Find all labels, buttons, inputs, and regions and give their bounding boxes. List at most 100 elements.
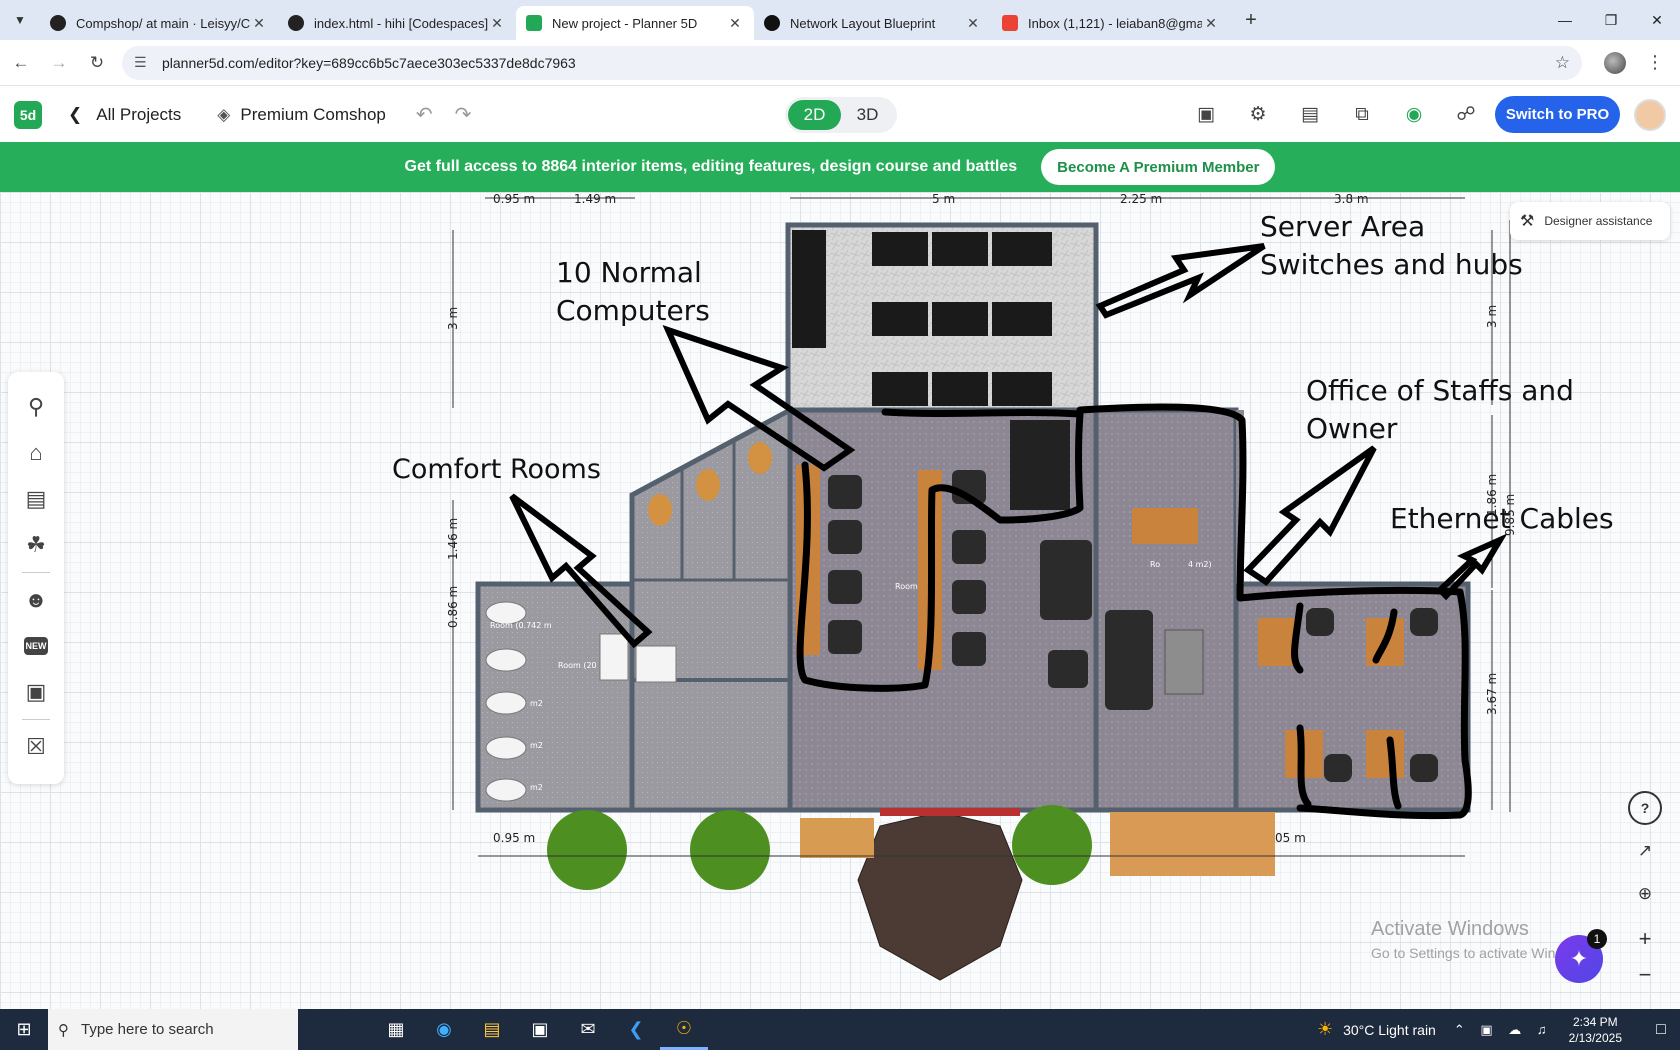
system-tray: ☀ 30°C Light rain ⌃ ▣ ☁ ♫ 2:34 PM 2/13/2… bbox=[1317, 1009, 1680, 1050]
ruler-icon[interactable]: ▤ bbox=[1284, 103, 1336, 126]
close-icon[interactable]: ✕ bbox=[250, 15, 268, 32]
vscode-icon[interactable]: ❮ bbox=[612, 1009, 660, 1050]
url-input[interactable]: ☰ planner5d.com/editor?key=689cc6b5c7aec… bbox=[122, 45, 1582, 80]
dimension-label: 5 m bbox=[932, 192, 955, 206]
browser-tab-0[interactable]: Compshop/ at main · Leisyy/Co ✕ bbox=[40, 6, 278, 40]
store-icon[interactable]: ▣ bbox=[516, 1009, 564, 1050]
designer-assistance-button[interactable]: ⚒ Designer assistance bbox=[1510, 202, 1670, 240]
app-toolbar: 5d ❮ All Projects ◈ Premium Comshop ↶ ↷ … bbox=[0, 87, 1680, 142]
forward-button[interactable]: → bbox=[42, 46, 76, 80]
file-explorer-icon[interactable]: ▤ bbox=[468, 1009, 516, 1050]
taskbar-search[interactable]: ⚲ Type here to search bbox=[48, 1009, 298, 1050]
clock[interactable]: 2:34 PM 2/13/2025 bbox=[1569, 1014, 1622, 1046]
share-icon[interactable]: ☍ bbox=[1440, 103, 1492, 126]
close-icon[interactable]: ✕ bbox=[488, 15, 506, 32]
zoom-out-button[interactable]: − bbox=[1628, 958, 1662, 992]
close-icon[interactable]: ✕ bbox=[964, 15, 982, 32]
tray-icons[interactable]: ⌃ ▣ ☁ ♫ bbox=[1454, 1022, 1553, 1038]
view-3d-button[interactable]: 3D bbox=[841, 100, 894, 130]
chrome-icon[interactable]: ☉ bbox=[660, 1009, 708, 1050]
url-text: planner5d.com/editor?key=689cc6b5c7aece3… bbox=[162, 54, 576, 71]
premium-member-button[interactable]: Become A Premium Member bbox=[1041, 149, 1276, 185]
profile-icon[interactable] bbox=[1604, 51, 1626, 74]
avatar[interactable] bbox=[1634, 99, 1666, 131]
box-icon[interactable]: ▣ bbox=[8, 669, 64, 715]
locate-icon[interactable]: ⊕ bbox=[1628, 877, 1662, 911]
weather-widget[interactable]: ☀ 30°C Light rain bbox=[1317, 1019, 1436, 1040]
bookmark-star-icon[interactable]: ☆ bbox=[1555, 53, 1570, 73]
camera-icon[interactable]: ▣ bbox=[1180, 103, 1232, 126]
room-label: m2 bbox=[530, 783, 543, 792]
promo-banner: Get full access to 8864 interior items, … bbox=[0, 142, 1680, 192]
gear-icon[interactable]: ⚙ bbox=[1232, 103, 1284, 126]
separator bbox=[22, 572, 50, 573]
home-icon[interactable]: ⌂ bbox=[8, 430, 64, 476]
help-button[interactable]: ? bbox=[1628, 791, 1662, 825]
close-icon[interactable]: ✕ bbox=[1202, 15, 1220, 32]
designer-assistance-label: Designer assistance bbox=[1544, 214, 1653, 228]
window-controls: — ❐ ✕ bbox=[1542, 0, 1680, 40]
browser-tab-2[interactable]: New project - Planner 5D ✕ bbox=[516, 6, 754, 40]
browser-tab-3[interactable]: Network Layout Blueprint ✕ bbox=[754, 6, 992, 40]
switch-to-pro-button[interactable]: Switch to PRO bbox=[1495, 96, 1620, 133]
ai-assistant-button[interactable]: ✦ 1 bbox=[1555, 929, 1607, 983]
chevron-left-icon: ❮ bbox=[68, 104, 83, 124]
dimension-label: 0.95 m bbox=[493, 192, 535, 206]
floor-plan-canvas[interactable]: 10 Normal Computers Server Area Switches… bbox=[0, 192, 1680, 1009]
room-label: Ro bbox=[1150, 560, 1160, 569]
dimension-label: 1.49 m bbox=[574, 192, 616, 206]
office-cabinet[interactable] bbox=[1164, 629, 1204, 695]
browser-menu-icon[interactable]: ⋮ bbox=[1646, 52, 1664, 73]
browser-tab-strip: ▼ Compshop/ at main · Leisyy/Co ✕ index.… bbox=[0, 0, 1680, 40]
browser-tab-4[interactable]: Inbox (1,121) - leiaban8@gmail ✕ bbox=[992, 6, 1230, 40]
room-label: Room (20 bbox=[558, 661, 597, 670]
notifications-icon[interactable]: □ bbox=[1642, 1021, 1680, 1039]
floor-plan-drawing[interactable]: 10 Normal Computers Server Area Switches… bbox=[0, 192, 1680, 1009]
view-2d-button[interactable]: 2D bbox=[788, 100, 841, 130]
mail-icon[interactable]: ✉ bbox=[564, 1009, 612, 1050]
minimize-icon[interactable]: — bbox=[1542, 0, 1588, 40]
dimension-label: 1.86 m bbox=[1485, 474, 1499, 516]
room-label: 4 m2) bbox=[1188, 560, 1212, 569]
reload-button[interactable]: ↻ bbox=[80, 46, 114, 80]
copy-icon[interactable]: ⧉ bbox=[1336, 104, 1388, 126]
edge-icon[interactable]: ◉ bbox=[420, 1009, 468, 1050]
zoom-in-button[interactable]: + bbox=[1628, 922, 1662, 956]
furniture-icon[interactable]: ▤ bbox=[8, 476, 64, 522]
restore-icon[interactable]: ❐ bbox=[1588, 0, 1634, 40]
redo-icon[interactable]: ↷ bbox=[455, 102, 472, 127]
all-projects-label: All Projects bbox=[96, 104, 182, 124]
tree-icon[interactable]: ☘ bbox=[8, 522, 64, 568]
external-link-icon[interactable]: ↗ bbox=[1628, 834, 1662, 868]
pro-feature-icon[interactable]: ◉ bbox=[1388, 103, 1440, 126]
wooden-deck[interactable] bbox=[1110, 812, 1275, 876]
annotation-comfort-rooms: Comfort Rooms bbox=[392, 454, 601, 485]
annotation-office-line1: Office of Staffs and bbox=[1306, 374, 1574, 407]
bench[interactable] bbox=[800, 818, 874, 858]
patio-umbrella[interactable] bbox=[857, 811, 1023, 981]
site-info-icon[interactable]: ☰ bbox=[134, 54, 156, 71]
project-name: Premium Comshop bbox=[240, 104, 386, 124]
close-icon[interactable]: ✕ bbox=[726, 15, 744, 32]
windows-start-icon[interactable]: ⊞ bbox=[0, 1009, 48, 1050]
task-view-icon[interactable]: ▦ bbox=[372, 1009, 420, 1050]
dimension-label: 3 m bbox=[446, 307, 460, 330]
new-items-icon[interactable]: NEW bbox=[24, 637, 48, 655]
dimension-label: 3 m bbox=[1485, 305, 1499, 328]
close-window-icon[interactable]: ✕ bbox=[1634, 0, 1680, 40]
search-icon[interactable]: ⚲ bbox=[8, 384, 64, 430]
new-tab-button[interactable]: + bbox=[1236, 9, 1266, 32]
tab-search-icon[interactable]: ▼ bbox=[0, 0, 40, 40]
planner5d-logo[interactable]: 5d bbox=[14, 100, 42, 129]
designer-icon: ⚒ bbox=[1520, 213, 1535, 230]
undo-icon[interactable]: ↶ bbox=[416, 102, 433, 127]
back-button[interactable]: ← bbox=[4, 46, 38, 80]
right-tools: ▣ ⚙ ▤ ⧉ ◉ ☍ bbox=[1180, 87, 1492, 142]
browser-tab-1[interactable]: index.html - hihi [Codespaces] ✕ bbox=[278, 6, 516, 40]
dimension-label: 0.95 m bbox=[493, 831, 535, 845]
shop-cart-icon[interactable]: ☒ bbox=[8, 724, 64, 770]
all-projects-link[interactable]: ❮ All Projects bbox=[68, 105, 181, 125]
user-design-icon[interactable]: ☻ bbox=[8, 577, 64, 623]
dimension-label: 0.86 m bbox=[446, 586, 460, 628]
project-name-menu[interactable]: ◈ Premium Comshop bbox=[217, 105, 386, 125]
